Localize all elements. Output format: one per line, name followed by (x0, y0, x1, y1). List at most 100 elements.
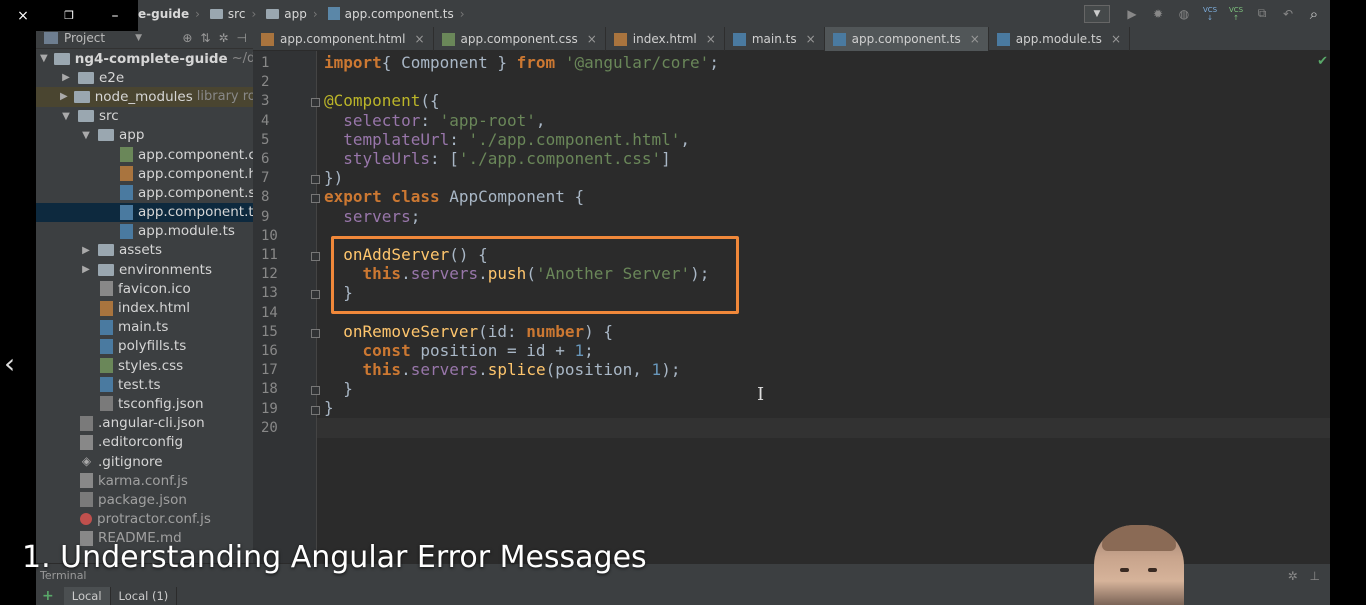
tab-main-ts[interactable]: main.ts × (725, 27, 825, 51)
collapsed-arrow-icon[interactable]: ▶ (60, 72, 72, 83)
run-config-dropdown[interactable]: ▼ (1084, 4, 1110, 23)
gear-icon[interactable]: ✲ (1288, 569, 1298, 583)
close-icon[interactable]: × (0, 0, 46, 31)
tab-app-module-ts[interactable]: app.module.ts × (989, 27, 1130, 51)
code-line[interactable]: selector: 'app-root', (324, 111, 719, 130)
revert-icon[interactable]: ↶ (1278, 4, 1298, 24)
code-line[interactable]: } (324, 379, 719, 398)
expanded-arrow-icon[interactable]: ▼ (60, 111, 72, 122)
fold-marker-icon[interactable] (311, 290, 320, 300)
close-icon[interactable]: × (587, 32, 597, 46)
tab-app-component-css[interactable]: app.component.css × (434, 27, 606, 51)
tree-item[interactable]: app.module.ts (36, 222, 253, 241)
tree-item[interactable]: ▶ e2e (36, 68, 253, 87)
tree-item[interactable]: ▼ app (36, 126, 253, 145)
collapsed-arrow-icon[interactable]: ▶ (80, 264, 92, 275)
collapsed-arrow-icon[interactable]: ▶ (60, 91, 68, 102)
close-icon[interactable]: × (1111, 32, 1121, 46)
search-icon[interactable]: ⌕ (1304, 4, 1324, 24)
tree-item[interactable]: test.ts (36, 375, 253, 394)
tree-item[interactable]: main.ts (36, 318, 253, 337)
project-panel-title[interactable]: Project (64, 31, 105, 45)
vcs-update-icon[interactable]: VCS ↓ (1200, 4, 1220, 24)
tree-item[interactable]: .editorconfig (36, 433, 253, 452)
minimize-icon[interactable]: – (92, 0, 138, 31)
gear-icon[interactable]: ✲ (218, 31, 228, 45)
code-line[interactable]: import{ Component } from '@angular/core'… (324, 53, 719, 72)
collapse-icon[interactable]: ⇅ (200, 31, 210, 45)
debug-icon[interactable]: ✹ (1148, 4, 1168, 24)
tree-item[interactable]: app.component.cs (36, 145, 253, 164)
fold-marker-icon[interactable] (311, 405, 320, 415)
code-line[interactable]: styleUrls: ['./app.component.css'] (324, 149, 719, 168)
tree-item-label: .gitignore (98, 453, 163, 470)
run-icon[interactable]: ▶ (1122, 4, 1142, 24)
code-line[interactable]: export class AppComponent { (324, 187, 719, 206)
close-icon[interactable]: × (806, 32, 816, 46)
hide-panel-icon[interactable]: ⊣ (237, 31, 247, 45)
tree-item[interactable]: favicon.ico (36, 279, 253, 298)
tree-item-label: protractor.conf.js (97, 511, 211, 528)
close-icon[interactable]: × (414, 32, 424, 46)
tree-item-label: e2e (99, 69, 125, 86)
fold-marker-icon[interactable] (311, 98, 320, 108)
tree-item[interactable]: protractor.conf.js (36, 510, 253, 529)
code-line[interactable]: this.servers.splice(position, 1); (324, 360, 719, 379)
chevron-down-icon[interactable]: ▼ (135, 33, 142, 43)
code-token: : [ (429, 148, 459, 168)
hide-panel-icon[interactable]: ⊥ (1310, 569, 1320, 583)
code-line[interactable]: servers; (324, 207, 719, 226)
code-line[interactable] (324, 72, 719, 91)
chevron-left-icon[interactable]: ‹ (4, 347, 15, 380)
fold-marker-icon[interactable] (311, 252, 320, 261)
fold-marker-icon[interactable] (311, 386, 320, 396)
tree-item[interactable]: ▶ environments (36, 260, 253, 279)
tree-item[interactable]: index.html (36, 298, 253, 317)
tab-app-component-html[interactable]: app.component.html × (253, 27, 434, 51)
breadcrumb-src[interactable]: src › (204, 7, 256, 21)
terminal-tab-local-1[interactable]: Local (1) (111, 587, 178, 605)
tree-item[interactable]: tsconfig.json (36, 394, 253, 413)
fold-marker-icon[interactable] (311, 194, 320, 204)
tree-item[interactable]: ◈ .gitignore (36, 452, 253, 471)
close-icon[interactable]: × (706, 32, 716, 46)
tree-item[interactable]: package.json (36, 490, 253, 509)
code-line[interactable] (324, 418, 719, 437)
restore-icon[interactable]: ❐ (46, 0, 92, 31)
tree-item[interactable]: ▼ ng4-complete-guide~/dev (36, 49, 253, 68)
terminal-tab-local[interactable]: Local (63, 587, 111, 605)
close-icon[interactable]: × (970, 32, 980, 46)
tree-item[interactable]: ▶ node_moduleslibrary roo (36, 87, 253, 107)
code-line[interactable]: }) (324, 168, 719, 187)
tab-app-component-ts[interactable]: app.component.ts × (824, 27, 989, 51)
tree-item[interactable]: karma.conf.js (36, 471, 253, 490)
tree-item[interactable]: ▶ assets (36, 241, 253, 260)
tree-item[interactable]: app.component.ts (36, 202, 253, 222)
code-line[interactable]: } (324, 398, 719, 417)
expanded-arrow-icon[interactable]: ▼ (80, 130, 92, 141)
coverage-icon[interactable]: ◍ (1174, 4, 1194, 24)
tree-item[interactable]: ▼ src (36, 107, 253, 126)
tree-item[interactable]: app.component.ht (36, 164, 253, 183)
breadcrumb-file[interactable]: app.component.ts › (322, 7, 465, 21)
breadcrumb-app[interactable]: app › (260, 7, 318, 21)
target-icon[interactable]: ⊕ (182, 31, 192, 45)
tree-item[interactable]: polyfills.ts (36, 337, 253, 356)
code-line[interactable]: onRemoveServer(id: number) { (324, 322, 719, 341)
collapsed-arrow-icon[interactable]: ▶ (80, 245, 92, 256)
breadcrumb-project[interactable]: e-guide › (138, 7, 200, 21)
tree-item[interactable]: app.component.sp (36, 183, 253, 202)
fold-marker-icon[interactable] (311, 175, 320, 185)
code-editor[interactable]: 1 2 3 4 5 6 7 8 9 10 11 12 13 14 15 16 17 18 19 20 import{ … (253, 51, 1330, 563)
tab-index-html[interactable]: index.html × (606, 27, 725, 51)
code-line[interactable]: templateUrl: './app.component.html', (324, 130, 719, 149)
vcs-history-icon[interactable]: ⧉ (1252, 4, 1272, 24)
code-line[interactable]: const position = id + 1; (324, 341, 719, 360)
tree-item[interactable]: .angular-cli.json (36, 414, 253, 433)
expanded-arrow-icon[interactable]: ▼ (40, 53, 48, 64)
code-line[interactable]: @Component({ (324, 91, 719, 110)
tree-item[interactable]: styles.css (36, 356, 253, 375)
add-terminal-icon[interactable]: + (42, 588, 54, 604)
vcs-commit-icon[interactable]: VCS ↑ (1226, 4, 1246, 24)
fold-marker-icon[interactable] (311, 328, 320, 338)
